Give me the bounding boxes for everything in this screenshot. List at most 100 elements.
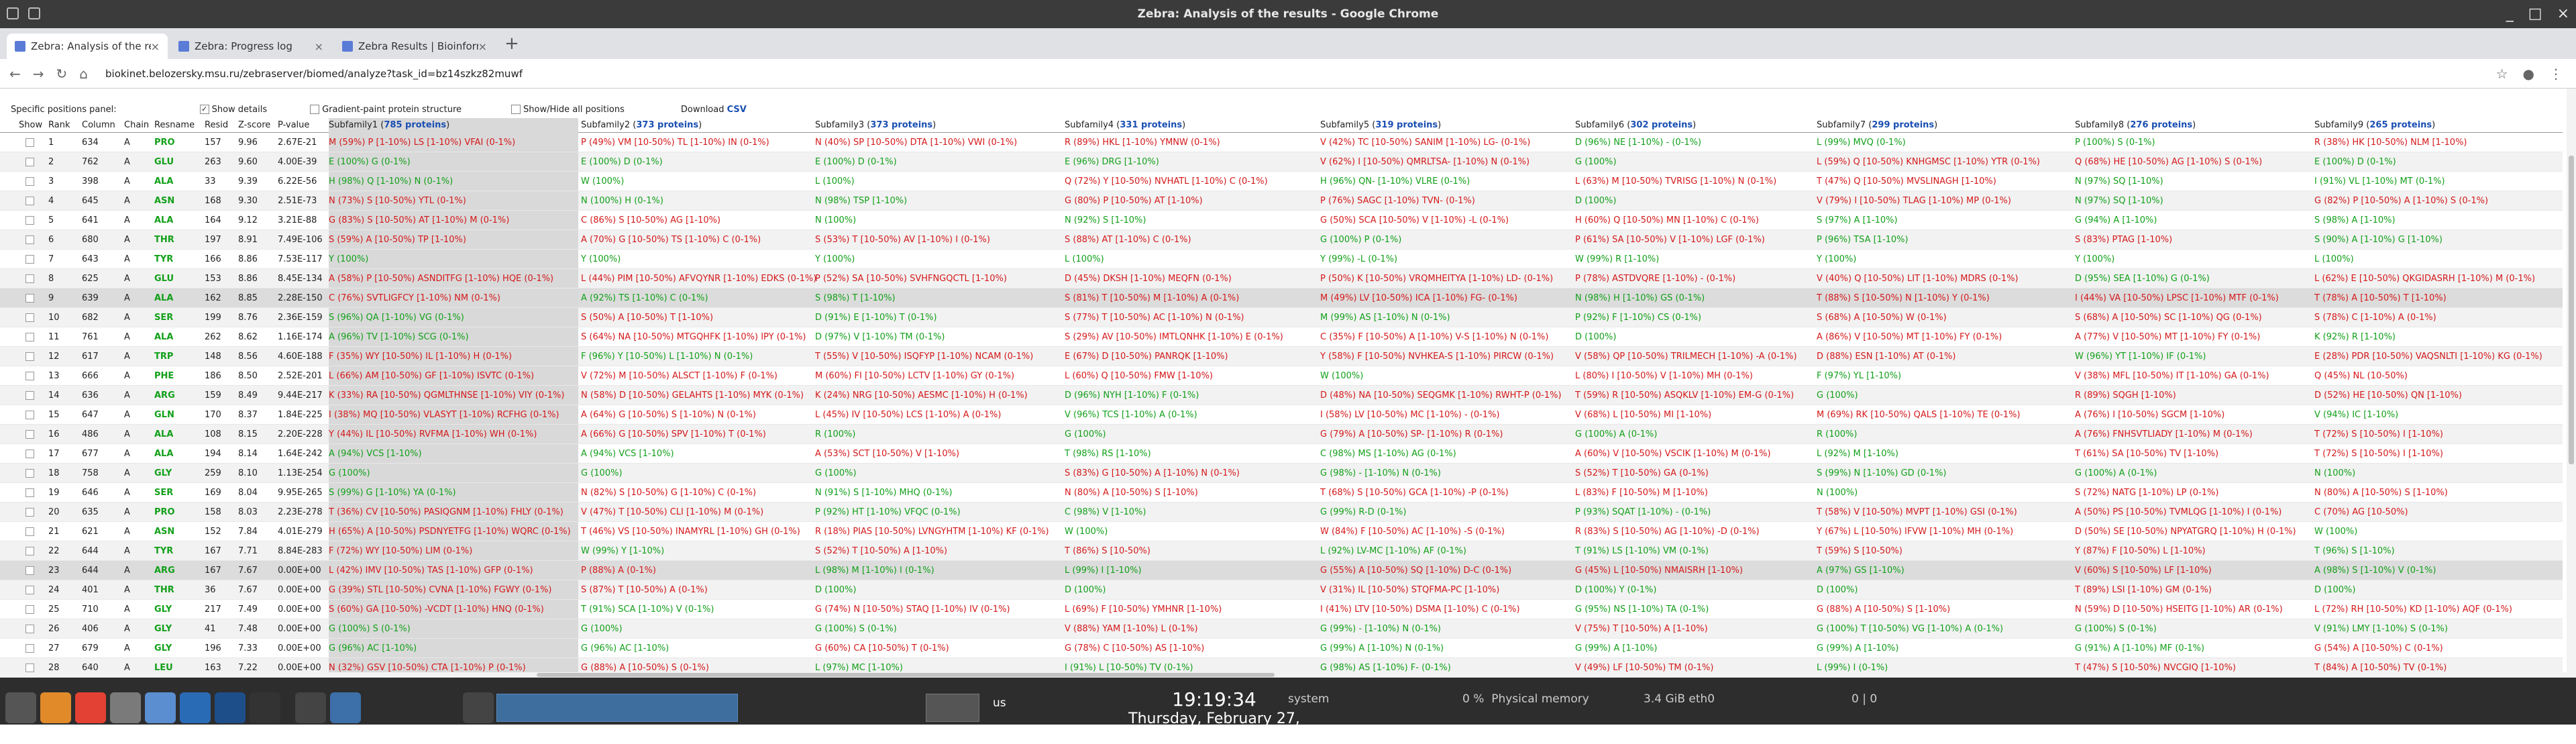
reload-icon[interactable]: ↻ xyxy=(56,66,68,82)
row-show-checkbox[interactable] xyxy=(25,411,34,419)
tab-progress[interactable]: Zebra: Progress log × xyxy=(170,34,331,59)
home-icon[interactable]: ⌂ xyxy=(79,66,88,82)
table-row[interactable]: 1 634 A PRO 157 9.96 2.67E-21 M (59%) P [1-10%)… xyxy=(0,133,2563,152)
window-menu-icon[interactable] xyxy=(7,7,19,19)
table-row[interactable]: 5 641 A ALA 164 9.12 3.21E-88 G (83%) S [10-50%… xyxy=(0,211,2563,230)
row-show-checkbox[interactable] xyxy=(25,469,34,478)
bookmark-star-icon[interactable]: ☆ xyxy=(2496,66,2508,82)
show-hide-checkbox[interactable] xyxy=(511,105,521,114)
row-show-checkbox[interactable] xyxy=(25,313,34,322)
row-show-checkbox[interactable] xyxy=(25,333,34,341)
app-icon[interactable] xyxy=(145,692,176,723)
table-row[interactable]: 26 406 A GLY 41 7.48 0.00E+00 G (100%) S (0-1%)… xyxy=(0,619,2563,639)
table-row[interactable]: 9 639 A ALA 162 8.85 2.28E-150 C (76%) SVTLIGFC… xyxy=(0,288,2563,308)
row-show-checkbox[interactable] xyxy=(25,547,34,555)
show-details-checkbox[interactable]: ✓ xyxy=(199,105,209,114)
table-row[interactable]: 15 647 A GLN 170 8.37 1.84E-225 I (38%) MQ [10-… xyxy=(0,405,2563,425)
table-row[interactable]: 22 644 A TYR 167 7.71 8.84E-283 F (72%) WY [10-… xyxy=(0,541,2563,561)
table-row[interactable]: 6 680 A THR 197 8.91 7.49E-106 S (59%) A [10-50… xyxy=(0,230,2563,250)
row-show-checkbox[interactable] xyxy=(25,644,34,653)
vertical-scrollbar[interactable] xyxy=(2567,89,2576,672)
table-row[interactable]: 12 617 A TRP 148 8.56 4.60E-188 F (35%) WY [10-… xyxy=(0,347,2563,366)
table-row[interactable]: 4 645 A ASN 168 9.30 2.51E-73 N (73%) S [10-50%… xyxy=(0,191,2563,211)
row-show-checkbox[interactable] xyxy=(25,216,34,225)
table-row[interactable]: 2 762 A GLU 263 9.60 4.00E-39 E (100%) G (0-1%)… xyxy=(0,152,2563,172)
table-row[interactable]: 24 401 A THR 36 7.67 0.00E+00 G (39%) STL [10-5… xyxy=(0,580,2563,600)
table-row[interactable]: 7 643 A TYR 166 8.86 7.53E-117 Y (100%) Y (100%)… xyxy=(0,250,2563,269)
pin-icon[interactable] xyxy=(28,7,40,19)
table-row[interactable]: 21 621 A ASN 152 7.84 4.01E-279 H (65%) A [10-5… xyxy=(0,522,2563,541)
row-show-checkbox[interactable] xyxy=(25,235,34,244)
table-row[interactable]: 16 486 A ALA 108 8.15 2.20E-228 Y (44%) IL [10-… xyxy=(0,425,2563,444)
terminal-icon[interactable] xyxy=(463,692,494,723)
new-tab-button[interactable]: + xyxy=(504,34,519,54)
row-show-checkbox[interactable] xyxy=(25,508,34,517)
maximize-icon[interactable]: □ xyxy=(2528,0,2542,28)
table-row[interactable]: 3 398 A ALA 33 9.39 6.22E-56 H (98%) Q [1-10%) … xyxy=(0,172,2563,191)
settings-icon[interactable] xyxy=(110,692,141,723)
menu-icon[interactable]: ⋮ xyxy=(2549,66,2563,82)
subfamily-count-link[interactable]: 276 proteins xyxy=(2130,120,2192,130)
scroll-thumb[interactable] xyxy=(2569,156,2574,464)
row-show-checkbox[interactable] xyxy=(25,294,34,303)
table-row[interactable]: 11 761 A ALA 262 8.62 1.16E-174 A (96%) TV [1-1… xyxy=(0,327,2563,347)
table-row[interactable]: 25 710 A GLY 217 7.49 0.00E+00 S (60%) GA [10-5… xyxy=(0,600,2563,619)
table-row[interactable]: 8 625 A GLU 153 8.86 8.45E-134 A (58%) P [10-50… xyxy=(0,269,2563,288)
row-show-checkbox[interactable] xyxy=(25,586,34,594)
clock[interactable]: 19:19:34 Thursday, February 27, 2020 xyxy=(1127,688,1301,744)
table-row[interactable]: 20 635 A PRO 158 8.03 2.23E-278 T (36%) CV [10-… xyxy=(0,502,2563,522)
table-row[interactable]: 10 682 A SER 199 8.76 2.36E-159 S (96%) QA [1-1… xyxy=(0,308,2563,327)
r-icon[interactable] xyxy=(180,692,211,723)
files-icon[interactable] xyxy=(40,692,71,723)
subfamily-count-link[interactable]: 785 proteins xyxy=(384,120,446,130)
row-show-checkbox[interactable] xyxy=(25,158,34,166)
table-row[interactable]: 14 636 A ARG 159 8.49 9.44E-217 K (33%) RA [10-… xyxy=(0,386,2563,405)
subfamily-count-link[interactable]: 373 proteins xyxy=(636,120,698,130)
row-show-checkbox[interactable] xyxy=(25,605,34,614)
row-show-checkbox[interactable] xyxy=(25,527,34,536)
scroll-thumb[interactable] xyxy=(537,673,1275,677)
subfamily-count-link[interactable]: 299 proteins xyxy=(1872,120,1934,130)
row-show-checkbox[interactable] xyxy=(25,566,34,575)
folder-icon[interactable] xyxy=(330,692,361,723)
keyboard-layout[interactable]: us xyxy=(993,696,1006,710)
taskbar-window[interactable] xyxy=(496,694,738,722)
download-csv-link[interactable]: CSV xyxy=(727,105,747,115)
row-show-checkbox[interactable] xyxy=(25,197,34,205)
back-icon[interactable]: ← xyxy=(9,66,21,82)
row-show-checkbox[interactable] xyxy=(25,488,34,497)
row-show-checkbox[interactable] xyxy=(25,663,34,672)
terminal-icon[interactable] xyxy=(250,692,280,723)
row-show-checkbox[interactable] xyxy=(25,391,34,400)
table-row[interactable]: 23 644 A ARG 167 7.67 0.00E+00 L (42%) IMV [10-… xyxy=(0,561,2563,580)
table-row[interactable]: 13 666 A PHE 186 8.50 2.52E-201 L (66%) AM [10-… xyxy=(0,366,2563,386)
subfamily-count-link[interactable]: 265 proteins xyxy=(2369,120,2432,130)
row-show-checkbox[interactable] xyxy=(25,138,34,147)
gradient-checkbox[interactable] xyxy=(310,105,320,114)
url-field[interactable]: biokinet.belozersky.msu.ru/zebraserver/b… xyxy=(105,68,523,80)
row-show-checkbox[interactable] xyxy=(25,177,34,186)
chrome-icon[interactable] xyxy=(75,692,106,723)
table-row[interactable]: 28 640 A LEU 163 7.22 0.00E+00 N (32%) GSV [10-… xyxy=(0,658,2563,674)
subfamily-count-link[interactable]: 302 proteins xyxy=(1630,120,1693,130)
tab-results[interactable]: Zebra Results | Bioinformat× xyxy=(334,34,495,59)
row-show-checkbox[interactable] xyxy=(25,274,34,283)
row-show-checkbox[interactable] xyxy=(25,449,34,458)
table-row[interactable]: 17 677 A ALA 194 8.14 1.64E-242 A (94%) VCS [1-… xyxy=(0,444,2563,464)
subfamily-count-link[interactable]: 319 proteins xyxy=(1375,120,1438,130)
window-button[interactable] xyxy=(295,692,326,723)
tab-close-icon[interactable]: × xyxy=(315,40,323,53)
subfamily-count-link[interactable]: 331 proteins xyxy=(1120,120,1182,130)
minimize-icon[interactable]: _ xyxy=(2506,0,2514,28)
row-show-checkbox[interactable] xyxy=(25,352,34,361)
row-show-checkbox[interactable] xyxy=(25,372,34,380)
forward-icon[interactable]: → xyxy=(33,66,44,82)
row-show-checkbox[interactable] xyxy=(25,255,34,264)
editor-icon[interactable] xyxy=(215,692,246,723)
row-show-checkbox[interactable] xyxy=(25,430,34,439)
subfamily-count-link[interactable]: 373 proteins xyxy=(870,120,932,130)
row-show-checkbox[interactable] xyxy=(25,625,34,633)
taskbar-window[interactable] xyxy=(926,694,979,722)
apps-icon[interactable] xyxy=(5,692,36,723)
table-row[interactable]: 18 758 A GLY 259 8.10 1.13E-254 G (100%) G (100%… xyxy=(0,464,2563,483)
